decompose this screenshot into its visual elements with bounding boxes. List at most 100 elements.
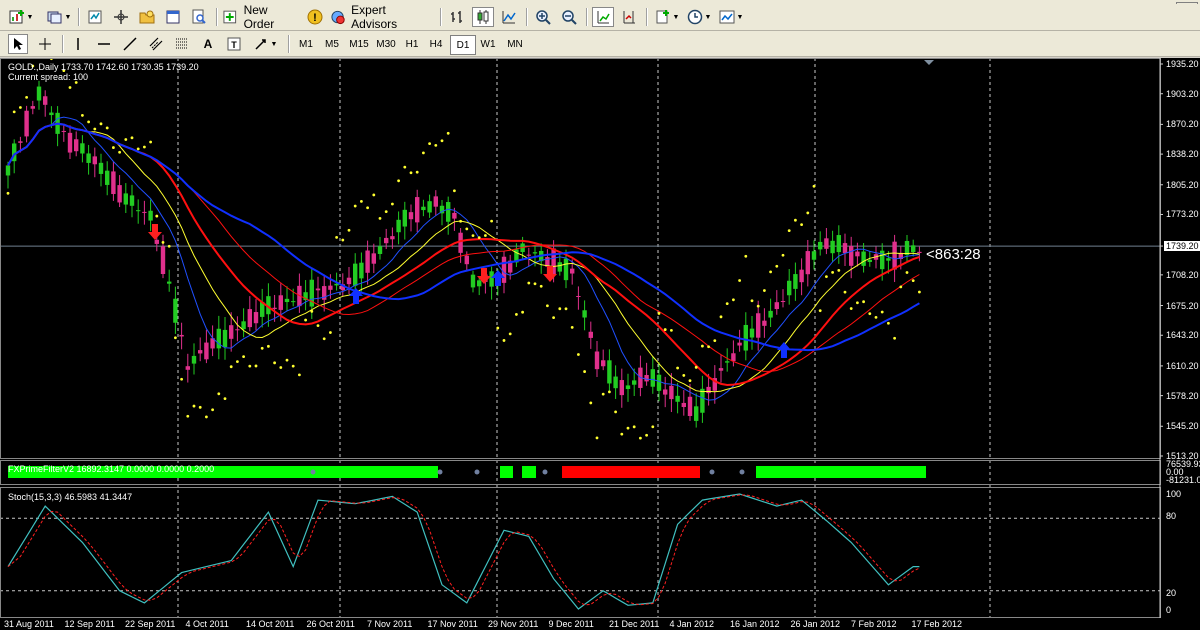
candle-body	[353, 263, 358, 286]
profiles-button[interactable]: ▼	[44, 7, 74, 27]
terminal-button[interactable]	[162, 7, 184, 27]
zoom-in-button[interactable]	[532, 7, 554, 27]
sar-dot	[918, 290, 921, 294]
candle-body	[291, 301, 296, 303]
sar-dot	[471, 234, 475, 238]
sar-dot	[186, 414, 190, 418]
fibonacci-button[interactable]	[172, 34, 192, 54]
candle-body	[253, 312, 259, 324]
candle-body	[582, 310, 587, 318]
sar-dot	[719, 315, 723, 319]
candle-body	[557, 262, 562, 272]
sar-dot	[372, 193, 376, 197]
expert-advisors-button[interactable]: Expert Advisors	[330, 3, 430, 31]
candle-body	[811, 251, 817, 260]
sar-dot	[403, 165, 407, 169]
current-spread: Current spread: 100	[8, 72, 89, 82]
date-label: 9 Dec 2011	[548, 619, 594, 629]
toolbar-separator	[586, 8, 588, 26]
market-watch-button[interactable]	[84, 7, 106, 27]
cursor-button[interactable]	[8, 34, 28, 54]
timeframe-button[interactable]: M5	[320, 35, 344, 53]
sar-dot	[787, 229, 791, 233]
timeframe-button[interactable]: W1	[476, 35, 500, 53]
candle-body	[526, 254, 531, 256]
buy-arrow-icon	[777, 342, 791, 358]
filter-bar	[522, 466, 536, 478]
sar-dot	[446, 131, 450, 135]
candle-body	[824, 238, 829, 249]
timeframe-button[interactable]: MN	[502, 35, 528, 53]
text-a-icon: A	[203, 37, 213, 51]
timeframe-button-active[interactable]: D1	[450, 35, 476, 55]
price-chart[interactable]	[0, 58, 1200, 630]
text-label-button[interactable]: T	[224, 34, 244, 54]
candle-body	[489, 271, 494, 287]
strategy-tester-button[interactable]	[188, 7, 210, 27]
bar-chart-button[interactable]	[446, 7, 468, 27]
candle-body	[74, 139, 79, 152]
timeframe-button[interactable]: H1	[400, 35, 424, 53]
sar-dot	[81, 114, 84, 117]
sar-dot	[769, 270, 772, 274]
vertical-line-button[interactable]	[68, 34, 88, 54]
templates-button[interactable]: ▼	[716, 7, 746, 27]
zoom-out-button[interactable]	[558, 7, 580, 27]
candle-body	[167, 281, 172, 284]
toolbar-separator	[62, 35, 64, 53]
new-order-button[interactable]: New Order	[222, 3, 300, 31]
text-tool-button[interactable]: A	[198, 34, 218, 54]
timeframe-button[interactable]: H4	[424, 35, 448, 53]
navigator-button[interactable]	[136, 7, 158, 27]
timeframe-button[interactable]: M15	[346, 35, 372, 53]
sar-dot	[291, 364, 295, 368]
sar-dot	[694, 365, 698, 369]
chart-window[interactable]: GOLD.,Daily 1733.70 1742.60 1730.35 1739…	[0, 58, 1200, 630]
data-window-button[interactable]	[110, 7, 132, 27]
line-chart-icon	[502, 11, 516, 24]
chevron-down-icon: ▼	[26, 13, 34, 21]
sar-dot	[267, 344, 270, 348]
crosshair-button[interactable]	[34, 34, 56, 54]
chart-header: GOLD.,Daily 1733.70 1742.60 1730.35 1739…	[8, 62, 199, 72]
candle-body	[408, 212, 414, 220]
timeframe-button[interactable]: M1	[294, 35, 318, 53]
auto-scroll-button[interactable]	[592, 7, 614, 27]
sar-dot	[409, 171, 413, 175]
candle-body	[694, 406, 699, 421]
sar-dot	[391, 202, 394, 206]
sar-dot	[316, 324, 320, 328]
sar-dot	[124, 138, 128, 141]
new-chart-button[interactable]: ▼	[4, 7, 38, 27]
chart-shift-button[interactable]	[618, 7, 640, 27]
candle-body	[98, 162, 104, 174]
sar-dot	[818, 309, 822, 313]
sar-dot	[378, 217, 382, 220]
toolbar-separator	[440, 8, 442, 26]
candle-body	[743, 324, 748, 351]
alert-button[interactable]: !	[304, 7, 326, 27]
stoch-level-20: 20	[1166, 588, 1177, 598]
horizontal-line-button[interactable]	[94, 34, 114, 54]
line-chart-button[interactable]	[498, 7, 520, 27]
sar-dot	[893, 336, 896, 340]
indicators-button[interactable]: ▼	[652, 7, 682, 27]
trendline-button[interactable]	[120, 34, 140, 54]
arrows-button[interactable]: ▼	[250, 34, 280, 54]
candle-body	[780, 301, 786, 303]
candle-body	[160, 246, 166, 274]
sar-dot	[453, 189, 456, 193]
candlestick-chart-button[interactable]	[472, 7, 494, 27]
periods-button[interactable]: ▼	[684, 7, 714, 27]
sar-dot	[775, 264, 779, 268]
timeframe-button[interactable]: M30	[372, 35, 400, 53]
candle-body	[86, 153, 91, 163]
sar-dot	[459, 219, 462, 223]
date-label: 16 Jan 2012	[730, 619, 780, 629]
equidistant-channel-button[interactable]	[146, 34, 166, 54]
candlesticks	[5, 80, 922, 428]
candle-body	[346, 277, 352, 285]
fibonacci-icon	[176, 38, 188, 49]
zoom-in-icon	[536, 10, 551, 25]
sar-dot	[112, 146, 115, 149]
